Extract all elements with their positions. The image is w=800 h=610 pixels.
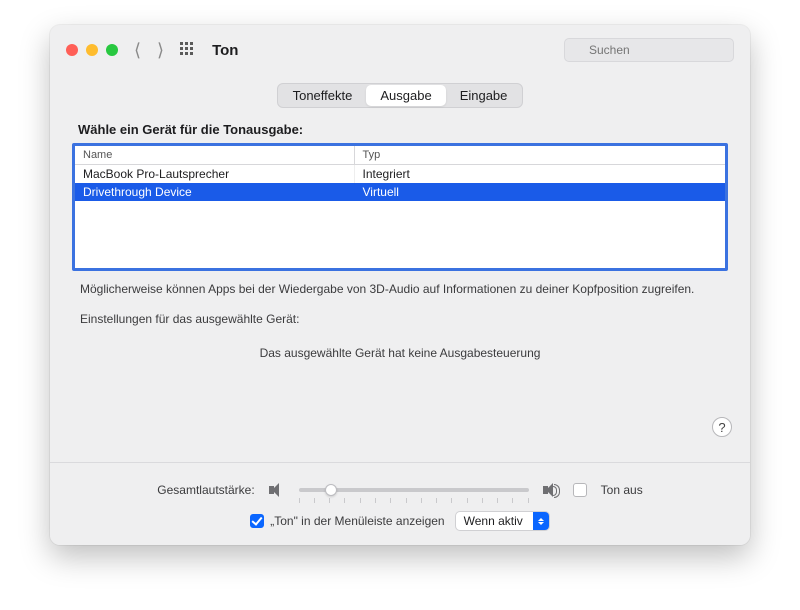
device-name: MacBook Pro-Lautsprecher bbox=[75, 165, 355, 183]
sound-preferences-window: ⟨ ⟩ Ton Toneffekte Ausgabe Eingabe Wähle… bbox=[50, 25, 750, 545]
show-in-menubar[interactable]: „Ton" in der Menüleiste anzeigen bbox=[250, 514, 444, 528]
mute-label: Ton aus bbox=[601, 483, 643, 497]
menubar-checkbox-label: „Ton" in der Menüleiste anzeigen bbox=[270, 514, 444, 528]
bottom-panel: Gesamtlautstärke: Ton aus „Ton" in der M… bbox=[50, 462, 750, 545]
nav-arrows: ⟨ ⟩ bbox=[134, 40, 164, 61]
zoom-window-button[interactable] bbox=[106, 44, 118, 56]
segmented-control: Toneffekte Ausgabe Eingabe bbox=[277, 83, 524, 108]
menubar-mode-select[interactable]: Wenn aktiv bbox=[455, 511, 550, 531]
search-wrap bbox=[564, 38, 734, 62]
forward-button[interactable]: ⟩ bbox=[157, 40, 164, 61]
volume-slider[interactable] bbox=[299, 481, 529, 499]
volume-row: Gesamtlautstärke: Ton aus bbox=[72, 481, 728, 499]
close-window-button[interactable] bbox=[66, 44, 78, 56]
table-row[interactable]: MacBook Pro-Lautsprecher Integriert bbox=[75, 165, 725, 183]
info-text: Möglicherweise können Apps bei der Wiede… bbox=[80, 281, 720, 298]
content-area: Wähle ein Gerät für die Tonausgabe: Name… bbox=[50, 122, 750, 462]
tab-input[interactable]: Eingabe bbox=[446, 85, 522, 106]
tab-output[interactable]: Ausgabe bbox=[366, 85, 445, 106]
menubar-checkbox[interactable] bbox=[250, 514, 264, 528]
slider-knob[interactable] bbox=[325, 484, 337, 496]
minimize-window-button[interactable] bbox=[86, 44, 98, 56]
titlebar: ⟨ ⟩ Ton bbox=[50, 25, 750, 75]
back-button[interactable]: ⟨ bbox=[134, 40, 141, 61]
traffic-lights bbox=[66, 44, 118, 56]
output-device-table: Name Typ MacBook Pro-Lautsprecher Integr… bbox=[72, 143, 728, 271]
search-input[interactable] bbox=[564, 38, 734, 62]
select-stepper-icon bbox=[533, 512, 549, 530]
mute-checkbox[interactable] bbox=[573, 483, 587, 497]
tab-sound-effects[interactable]: Toneffekte bbox=[279, 85, 367, 106]
output-section-label: Wähle ein Gerät für die Tonausgabe: bbox=[78, 122, 722, 137]
column-header-type[interactable]: Typ bbox=[355, 146, 726, 164]
select-value: Wenn aktiv bbox=[456, 514, 531, 528]
page-title: Ton bbox=[212, 42, 238, 59]
tab-bar: Toneffekte Ausgabe Eingabe bbox=[50, 75, 750, 122]
show-all-icon[interactable] bbox=[180, 42, 196, 58]
device-type: Virtuell bbox=[355, 183, 726, 201]
device-type: Integriert bbox=[355, 165, 726, 183]
menubar-row: „Ton" in der Menüleiste anzeigen Wenn ak… bbox=[72, 511, 728, 531]
device-name: Drivethrough Device bbox=[75, 183, 355, 201]
table-row[interactable]: Drivethrough Device Virtuell bbox=[75, 183, 725, 201]
speaker-low-icon bbox=[269, 483, 285, 497]
help-button[interactable]: ? bbox=[712, 417, 732, 437]
volume-label: Gesamtlautstärke: bbox=[157, 483, 254, 497]
settings-label: Einstellungen für das ausgewählte Gerät: bbox=[80, 312, 720, 326]
speaker-high-icon bbox=[543, 483, 559, 497]
column-header-name[interactable]: Name bbox=[75, 146, 355, 164]
no-controls-message: Das ausgewählte Gerät hat keine Ausgabes… bbox=[72, 346, 728, 360]
table-header: Name Typ bbox=[75, 146, 725, 165]
